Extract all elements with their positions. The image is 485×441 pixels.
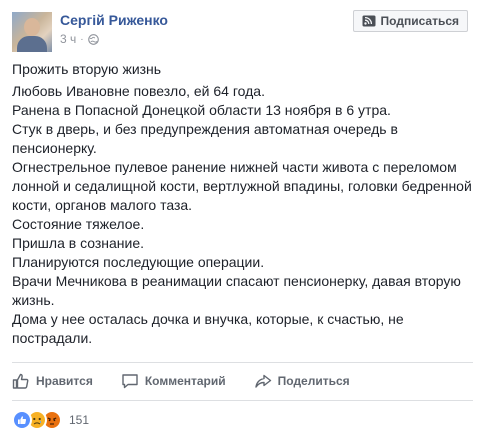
action-bar: Нравится Комментарий Поделиться	[12, 366, 378, 396]
like-button[interactable]: Нравится	[12, 372, 93, 390]
comment-button[interactable]: Комментарий	[121, 372, 226, 390]
post-line: Стук в дверь, и без предупреждения автом…	[12, 121, 398, 156]
like-icon	[12, 410, 32, 430]
meta-separator: ·	[80, 33, 84, 45]
post-line: Дома у нее осталась дочка и внучка, кото…	[12, 311, 404, 346]
post-card: Сергій Риженко 3 ч · Подписаться Прожить…	[0, 0, 485, 441]
share-button[interactable]: Поделиться	[254, 372, 350, 390]
divider-bottom	[12, 400, 473, 401]
comment-icon	[122, 374, 138, 389]
avatar-face	[24, 18, 40, 36]
subscribe-button[interactable]: Подписаться	[352, 10, 468, 32]
share-label: Поделиться	[277, 374, 350, 388]
post-time[interactable]: 3 ч	[60, 32, 76, 46]
share-icon	[254, 374, 271, 388]
post-title: Прожить вторую жизнь	[12, 61, 162, 77]
globe-icon[interactable]	[87, 33, 99, 45]
post-meta: 3 ч ·	[60, 32, 99, 46]
subscribe-label: Подписаться	[380, 14, 459, 28]
post-line: Ранена в Попасной Донецкой области 13 но…	[12, 102, 391, 118]
post-line: Состояние тяжелое.	[12, 216, 145, 232]
reactions-count[interactable]: 151	[69, 413, 89, 427]
avatar-body	[17, 36, 47, 52]
post-line: Пришла в сознание.	[12, 235, 145, 251]
post-line: Планируются последующие операции.	[12, 254, 265, 270]
post-line: Огнестрельное пулевое ранение нижней час…	[12, 159, 472, 213]
rss-icon	[362, 15, 376, 27]
thumbs-up-icon	[12, 373, 29, 389]
post-text: Любовь Ивановне повезло, ей 64 года. Ран…	[12, 82, 472, 348]
reactions-summary[interactable]: 151	[12, 410, 89, 430]
post-line: Любовь Ивановне повезло, ей 64 года.	[12, 83, 265, 99]
comment-label: Комментарий	[144, 374, 226, 388]
avatar[interactable]	[12, 12, 52, 52]
like-label: Нравится	[36, 374, 93, 388]
post-line: Врачи Мечникова в реанимации спасают пен…	[12, 273, 461, 308]
divider-top	[12, 362, 473, 363]
author-name[interactable]: Сергій Риженко	[60, 12, 168, 28]
